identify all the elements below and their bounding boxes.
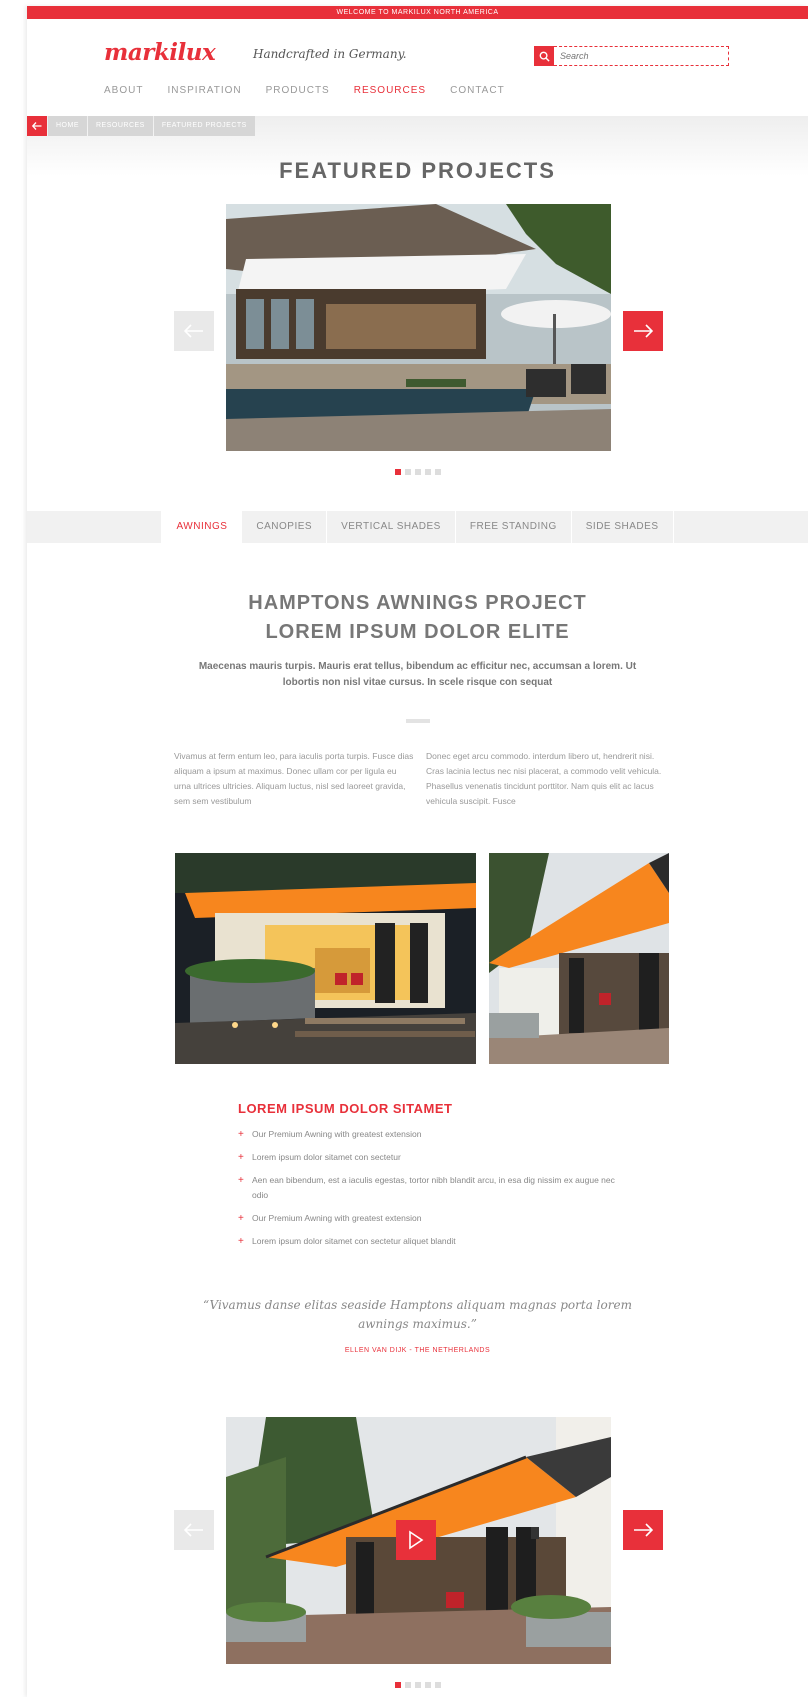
arrow-right-icon <box>634 324 653 338</box>
project-title-line-2: LOREM IPSUM DOLOR ELITE <box>265 621 570 643</box>
tab-awnings[interactable]: AWNINGS <box>161 511 242 543</box>
project-title-line-1: HAMPTONS AWNINGS PROJECT <box>248 592 587 614</box>
plus-icon: + <box>238 1175 244 1186</box>
list-item-text: Aen ean bibendum, est a iaculis egestas,… <box>252 1175 615 1200</box>
search-button[interactable] <box>534 46 554 66</box>
video-slide <box>226 1417 611 1664</box>
page: WELCOME TO MARKILUX NORTH AMERICA markil… <box>27 6 808 1697</box>
hero-next-button[interactable] <box>623 311 663 351</box>
arrow-left-icon <box>184 1523 203 1537</box>
nav-item-products[interactable]: PRODUCTS <box>266 85 330 96</box>
logo[interactable]: markilux <box>104 39 216 66</box>
gallery-prev-button[interactable] <box>174 1510 214 1550</box>
nav-item-contact[interactable]: CONTACT <box>450 85 505 96</box>
nav-item-resources[interactable]: RESOURCES <box>354 85 426 96</box>
benefits-list: + Our Premium Awning with greatest extens… <box>238 1127 618 1257</box>
slide-dot[interactable] <box>434 1682 441 1688</box>
testimonial-quote: “Vivamus danse elitas seaside Hamptons a… <box>203 1298 632 1331</box>
plus-icon: + <box>238 1213 244 1224</box>
slide-dot[interactable] <box>424 1682 431 1688</box>
tab-canopies[interactable]: CANOPIES <box>241 511 326 543</box>
night-patio-photo <box>175 853 476 1064</box>
tab-free-standing[interactable]: FREE STANDING <box>454 511 571 543</box>
search-box <box>534 46 729 66</box>
page-title: FEATURED PROJECTS <box>279 158 556 183</box>
text-column-right: Donec eget arcu commodo. interdum libero… <box>426 751 662 806</box>
text-column-left: Vivamus at ferm entum leo, para iaculis … <box>174 751 414 806</box>
gallery-next-button[interactable] <box>623 1510 663 1550</box>
section-divider <box>406 719 430 723</box>
site-header: markilux Handcrafted in Germany. ABOUT I… <box>27 19 808 116</box>
testimonial-author: ELLEN VAN DIJK - THE NETHERLANDS <box>344 1347 491 1354</box>
hero-slide-image <box>226 204 611 451</box>
project-title: HAMPTONS AWNINGS PROJECT LOREM IPSUM DOL… <box>27 589 808 647</box>
hero-slide-dots <box>27 469 808 475</box>
list-item-text: Lorem ipsum dolor sitamet con sectetur <box>252 1152 401 1162</box>
slide-dot[interactable] <box>404 469 411 475</box>
arrow-left-icon <box>184 324 203 338</box>
tab-side-shades[interactable]: SIDE SHADES <box>570 511 674 543</box>
slide-dot[interactable] <box>434 469 441 475</box>
slide-dot[interactable] <box>394 469 401 475</box>
list-item: + Our Premium Awning with greatest extens… <box>238 1211 618 1226</box>
slide-dot[interactable] <box>424 469 431 475</box>
tab-vertical-shades[interactable]: VERTICAL SHADES <box>326 511 455 543</box>
slide-dot[interactable] <box>394 1682 401 1688</box>
list-item-text: Our Premium Awning with greatest extensi… <box>252 1129 422 1139</box>
slide-dot[interactable] <box>414 469 421 475</box>
plus-icon: + <box>238 1236 244 1247</box>
list-item: + Lorem ipsum dolor sitamet con sectetur … <box>238 1234 618 1249</box>
play-video-button[interactable] <box>396 1520 436 1560</box>
gallery-slide-dots <box>27 1682 808 1688</box>
arrow-left-icon <box>32 122 42 130</box>
tagline: Handcrafted in Germany. <box>253 47 407 61</box>
nav-item-inspiration[interactable]: INSPIRATION <box>167 85 241 96</box>
category-tabs: AWNINGS CANOPIES VERTICAL SHADES FREE ST… <box>27 511 808 543</box>
daytime-awning-photo <box>489 853 669 1064</box>
list-item-text: Our Premium Awning with greatest extensi… <box>252 1213 422 1223</box>
project-content: HAMPTONS AWNINGS PROJECT LOREM IPSUM DOL… <box>27 543 808 1688</box>
welcome-text: WELCOME TO MARKILUX NORTH AMERICA <box>336 9 499 16</box>
search-icon <box>539 51 550 62</box>
play-icon <box>409 1530 424 1550</box>
slide-dot[interactable] <box>414 1682 421 1688</box>
arrow-right-icon <box>634 1523 653 1537</box>
list-item: + Lorem ipsum dolor sitamet con sectetur <box>238 1150 618 1165</box>
breadcrumb-featured-projects[interactable]: FEATURED PROJECTS <box>153 116 255 136</box>
plus-icon: + <box>238 1152 244 1163</box>
breadcrumb-resources[interactable]: RESOURCES <box>88 116 153 136</box>
hero-prev-button[interactable] <box>174 311 214 351</box>
project-lead: Maecenas mauris turpis. Mauris erat tell… <box>198 661 637 688</box>
list-item: + Our Premium Awning with greatest extens… <box>238 1127 618 1142</box>
slide-dot[interactable] <box>404 1682 411 1688</box>
list-item: + Aen ean bibendum, est a iaculis egestas… <box>238 1173 618 1203</box>
featured-hero: HOME RESOURCES FEATURED PROJECTS FEATURE… <box>27 116 808 511</box>
benefits-heading: LOREM IPSUM DOLOR SITAMET <box>238 1101 453 1116</box>
welcome-bar: WELCOME TO MARKILUX NORTH AMERICA <box>27 6 808 19</box>
nav-item-about[interactable]: ABOUT <box>104 85 143 96</box>
breadcrumb-back-button[interactable] <box>27 116 47 136</box>
plus-icon: + <box>238 1129 244 1140</box>
breadcrumb-home[interactable]: HOME <box>48 116 87 136</box>
restaurant-terrace-photo <box>226 204 611 451</box>
breadcrumb: HOME RESOURCES FEATURED PROJECTS <box>27 116 255 136</box>
list-item-text: Lorem ipsum dolor sitamet con sectetur a… <box>252 1236 456 1246</box>
search-input[interactable] <box>554 46 729 66</box>
main-nav: ABOUT INSPIRATION PRODUCTS RESOURCES CON… <box>104 85 505 96</box>
